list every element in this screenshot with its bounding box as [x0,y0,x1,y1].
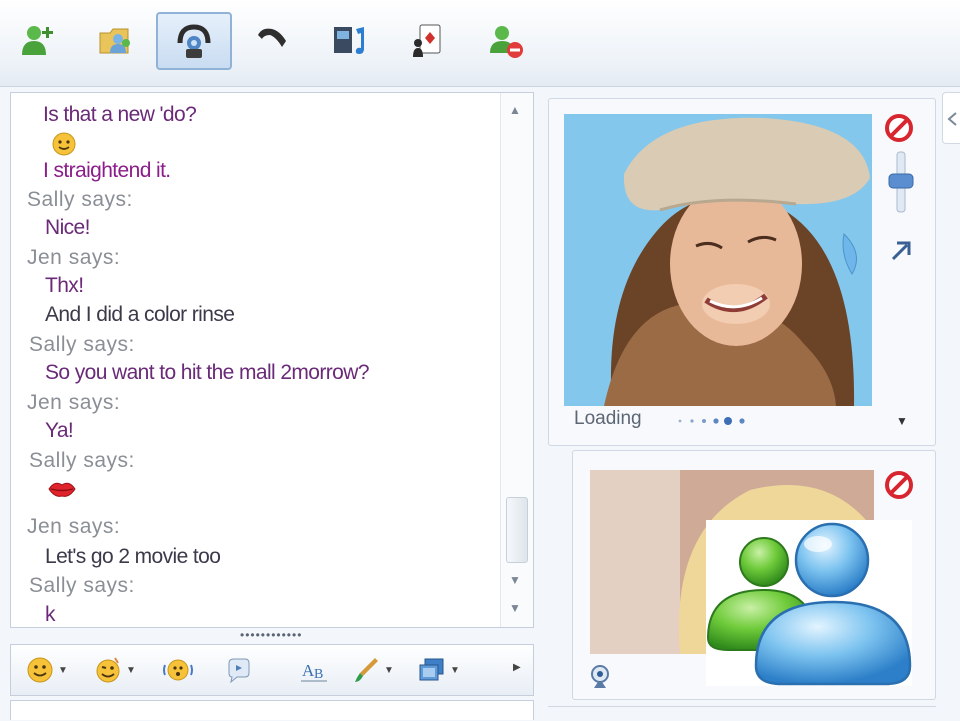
video-call-button[interactable] [156,12,232,70]
message-text: Nice! [45,216,90,239]
collapse-panel-tab[interactable] [942,92,960,144]
emoticons-icon [27,657,53,683]
message-text: Is that a new 'do? [43,103,197,126]
invite-contact-icon [22,26,53,55]
winks-icon [96,657,120,683]
phone-call-icon [258,28,286,47]
share-files-icon [99,28,130,54]
invite-contact-button[interactable] [0,12,76,70]
message-text: Let's go 2 movie too [45,545,221,568]
speaker-label: Sally says: [27,188,133,211]
loading-progress-icon [676,414,756,426]
activities-button[interactable] [312,12,388,70]
nudge-icon [163,659,193,681]
pane-splitter[interactable]: •••••••••••• [240,629,302,641]
volume-slider-icon[interactable] [886,150,916,219]
contact-status-text: Loading [574,408,642,429]
message-text: k [45,603,56,626]
games-button[interactable] [390,12,466,70]
speaker-label: Jen says: [27,515,121,538]
contact-portrait-image [564,114,872,406]
formatting-toolbar: ▼ ▼ AB ▼ ▼ ▶ [10,644,534,696]
speaker-label: Jen says: [27,391,121,414]
message-text: Thx! [45,274,84,297]
voice-clip-icon [228,658,250,684]
message-text: And I did a color rinse [45,303,235,326]
message-text: I straightend it. [43,159,171,182]
webcam-icon[interactable] [588,664,612,695]
conversation-toolbar [0,0,960,87]
speaker-label: Sally says: [29,333,135,356]
speaker-label: Jen says: [27,246,121,269]
font-button[interactable]: AB [299,655,329,685]
speaker-label: Sally says: [29,574,135,597]
block-icon[interactable] [884,113,914,148]
games-icon [413,24,441,57]
block-icon[interactable] [884,470,914,505]
kiss-lips-emoticon-icon [47,479,77,504]
dropdown-arrow-icon: ▼ [126,664,136,676]
contact-photo[interactable] [564,114,872,406]
conversation-history[interactable]: ​ Is that a new 'do? I straightend it. S… [10,92,534,628]
background-button[interactable]: ▼ [351,655,394,685]
speaker-label: Sally says: [29,449,135,472]
message-list: ​ Is that a new 'do? I straightend it. S… [11,93,503,627]
display-picture-button[interactable]: ▼ [417,655,460,685]
winks-button[interactable]: ▼ [93,655,136,685]
scrollbar-thumb[interactable] [506,497,528,563]
display-picture-icon [419,658,444,681]
video-call-icon [177,24,211,58]
transcript-scrollbar[interactable]: ▲ ▼ ▼ [500,93,533,627]
message-input[interactable] [10,700,534,720]
block-contact-icon [490,26,523,58]
voice-clip-button[interactable] [223,655,253,685]
scroll-up-arrow-icon[interactable]: ▲ [509,103,521,117]
scroll-down-arrow-icon[interactable]: ▼ [509,573,521,587]
dropdown-arrow-icon: ▼ [384,664,394,676]
font-icon: AB [301,661,327,682]
message-text: So you want to hit the mall 2morrow? [45,361,370,384]
nudge-button[interactable] [163,655,193,685]
smile-emoticon-icon [51,131,77,162]
messenger-buddies-logo [706,520,912,686]
share-files-button[interactable] [78,12,154,70]
svg-text:B: B [314,667,323,682]
contact-menu-arrow-icon[interactable]: ▼ [896,414,908,428]
emoticons-button[interactable]: ▼ [25,655,68,685]
more-arrow-icon[interactable]: ▶ [513,662,521,673]
activities-icon [334,27,364,54]
scroll-to-end-icon[interactable]: ▼ [509,601,521,615]
dropdown-arrow-icon: ▼ [450,664,460,676]
dropdown-arrow-icon: ▼ [58,664,68,676]
expand-icon[interactable] [888,238,914,269]
panel-bottom-edge [548,706,936,721]
block-contact-button[interactable] [468,12,544,70]
message-text: Ya! [45,419,74,442]
phone-call-button[interactable] [234,12,310,70]
background-icon [355,658,378,682]
